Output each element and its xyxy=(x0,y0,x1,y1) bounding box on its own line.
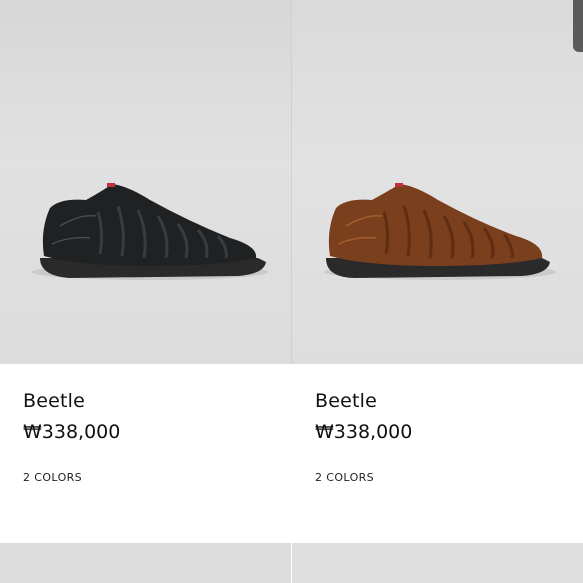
product-colors[interactable]: 2 COLORS xyxy=(315,471,374,484)
scrollbar-thumb[interactable] xyxy=(573,0,583,52)
product-name[interactable]: Beetle xyxy=(23,390,85,412)
next-product-row xyxy=(0,543,583,583)
product-image[interactable] xyxy=(0,0,291,364)
product-name[interactable]: Beetle xyxy=(315,390,377,412)
black-sneaker-illustration xyxy=(32,183,268,280)
product-image[interactable] xyxy=(292,543,583,583)
product-card[interactable]: Beetle ₩338,000 2 COLORS xyxy=(0,0,291,543)
product-price: ₩338,000 xyxy=(23,421,121,443)
brown-sneaker-illustration xyxy=(324,183,556,280)
product-grid: Beetle ₩338,000 2 COLORS Beetle ₩338,000… xyxy=(0,0,583,583)
product-image[interactable] xyxy=(0,543,291,583)
product-image[interactable] xyxy=(292,0,583,364)
product-card[interactable]: Beetle ₩338,000 2 COLORS xyxy=(292,0,583,543)
product-price: ₩338,000 xyxy=(315,421,413,443)
product-colors[interactable]: 2 COLORS xyxy=(23,471,82,484)
